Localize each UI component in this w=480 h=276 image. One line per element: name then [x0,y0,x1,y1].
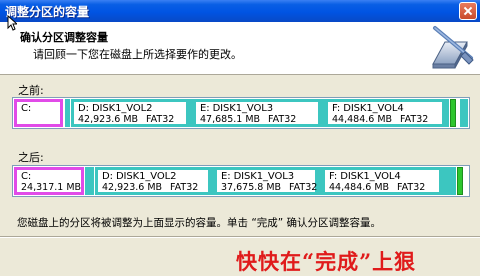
before-partition-e[interactable]: E: DISK1_VOL3 47,685.1 MB FAT32 [193,99,321,127]
after-gap-filler [85,167,94,195]
divider-highlight [0,237,480,238]
before-disk-map: C: D: DISK1_VOL2 42,923.6 MB FAT32 E: DIS… [12,97,470,129]
partition-info: 44,484.6 MB FAT32 [329,182,426,193]
close-button[interactable] [459,2,477,20]
partition-name: F: DISK1_VOL4 [332,103,404,114]
before-end-segment [460,99,468,127]
partition-name: E: DISK1_VOL3 [221,171,294,182]
after-partition-f[interactable]: F: DISK1_VOL4 44,484.6 MB FAT32 [322,167,442,195]
after-gap-filler [442,167,456,195]
partition-info: 37,675.8 MB FAT32 [221,182,318,193]
header-subtitle: 请回顾一下您在磁盘上所选择要作的更改。 [33,48,242,61]
partition-info: 44,484.6 MB FAT32 [332,114,429,125]
window-title: 调整分区的容量 [5,5,90,19]
status-text: 您磁盘上的分区将被调整为上面显示的容量。单击 “完成” 确认分区调整容量。 [17,217,382,229]
after-label: 之后: [18,151,44,164]
before-gap-filler [445,99,449,127]
mouse-cursor-icon [7,15,17,31]
partition-name: C: [21,171,32,182]
resize-partition-icon [432,26,474,69]
partition-info: 42,923.6 MB FAT32 [78,114,175,125]
partition-name: D: DISK1_VOL2 [78,103,153,114]
partition-name: F: DISK1_VOL4 [329,171,401,182]
after-disk-map: C: 24,317.1 MB D: DISK1_VOL2 42,923.6 MB… [12,165,470,197]
after-green-segment [457,167,463,195]
partition-info: 42,923.6 MB FAT32 [102,182,199,193]
before-partition-f[interactable]: F: DISK1_VOL4 44,484.6 MB FAT32 [325,99,445,127]
before-partition-d[interactable]: D: DISK1_VOL2 42,923.6 MB FAT32 [71,99,189,127]
after-partition-e[interactable]: E: DISK1_VOL3 37,675.8 MB FAT32 [214,167,318,195]
header-title: 确认分区调整容量 [20,31,108,44]
wizard-header: 确认分区调整容量 请回顾一下您在磁盘上所选择要作的更改。 [0,22,480,75]
before-partition-c[interactable]: C: [14,99,63,127]
after-partition-d[interactable]: D: DISK1_VOL2 42,923.6 MB FAT32 [95,167,211,195]
before-green-segment [450,99,456,127]
before-gap-filler [65,99,70,127]
partition-info: 24,317.1 MB [21,182,82,193]
overlay-annotation: 快快在“完成”上狠 [236,249,417,274]
partition-name: E: DISK1_VOL3 [200,103,273,114]
title-bar: 调整分区的容量 [0,0,480,22]
partition-info: 47,685.1 MB FAT32 [200,114,297,125]
partition-name: D: DISK1_VOL2 [102,171,177,182]
partition-name: C: [21,103,32,114]
after-partition-c[interactable]: C: 24,317.1 MB [14,167,84,195]
before-label: 之前: [18,84,44,97]
